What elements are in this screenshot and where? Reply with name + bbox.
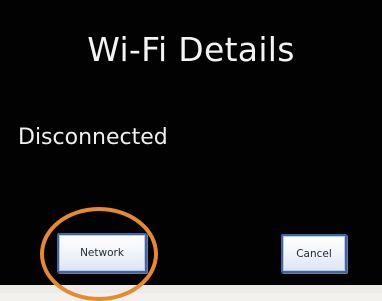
cancel-button[interactable]: Cancel (281, 234, 347, 273)
connection-status: Disconnected (18, 125, 168, 150)
network-button[interactable]: Network (57, 233, 147, 273)
bottom-bezel (0, 285, 382, 293)
dialog-title: Wi-Fi Details (87, 30, 295, 69)
device-screen: Wi-Fi Details Disconnected Network Cance… (0, 0, 382, 285)
